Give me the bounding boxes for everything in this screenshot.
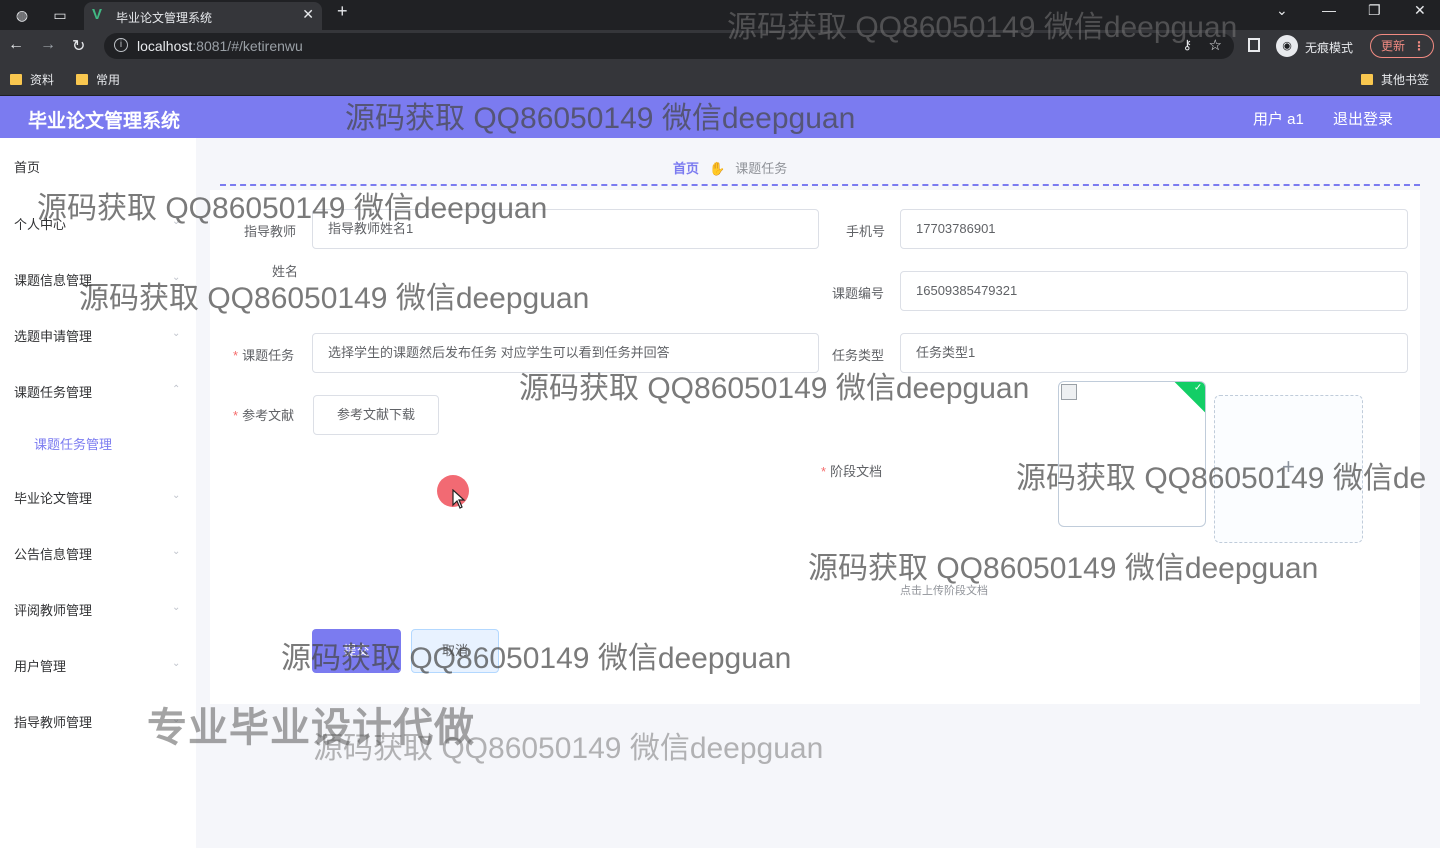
check-icon: ✓ [1193, 382, 1203, 394]
address-bar[interactable]: i localhost:8081/#/ketirenwu ⚷ ☆ [104, 33, 1234, 59]
url-host: localhost [137, 38, 193, 54]
breadcrumb: 首页 ✋ 课题任务 [673, 158, 787, 177]
stage-doc-label-text: 阶段文档 [830, 464, 883, 479]
folder-icon [76, 74, 88, 85]
divider [220, 184, 1420, 186]
breadcrumb-home[interactable]: 首页 [673, 161, 699, 176]
app-header: 毕业论文管理系统 用户 a1 退出登录 [0, 96, 1440, 138]
teacher-name-label: 指导教师 [244, 224, 297, 239]
restore-icon[interactable]: ❐ [1368, 2, 1381, 19]
browser-tab-title: 毕业论文管理系统 [116, 11, 213, 25]
sidebar-item-profile[interactable]: 个人中心 [14, 214, 66, 233]
sidebar-item-reviewer[interactable]: 评阅教师管理 [14, 600, 92, 619]
bookmark-folder[interactable]: 常用 [76, 71, 120, 88]
folder-icon [10, 74, 22, 85]
sidebar-item-topic-task[interactable]: 课题任务管理 [14, 382, 92, 401]
bookmark-label: 常用 [96, 73, 121, 87]
task-type-label: 任务类型 [832, 348, 885, 363]
chevron-down-icon: ⌄ [172, 658, 181, 669]
chevron-down-icon: ⌄ [172, 216, 181, 227]
other-bookmarks-label: 其他书签 [1381, 73, 1430, 87]
upload-tip: 点击上传阶段文档 [900, 585, 988, 597]
site-info-icon[interactable]: i [114, 38, 128, 52]
incognito-label: 无痕模式 [1305, 41, 1354, 55]
bookmark-label: 资料 [30, 73, 55, 87]
broken-image-icon [1061, 384, 1077, 400]
chevron-down-icon: ⌄ [172, 714, 181, 725]
upload-trigger[interactable]: + [1214, 395, 1363, 543]
stage-doc-label: * 阶段文档 [821, 461, 882, 480]
chevron-down-icon: ⌄ [172, 490, 181, 501]
bookmark-star-icon[interactable]: ☆ [1209, 36, 1222, 54]
required-mark: * [821, 464, 827, 479]
sidebar-item-users[interactable]: 用户管理 [14, 656, 66, 675]
topic-number-label: 课题编号 [832, 286, 885, 301]
new-tab-icon[interactable]: + [337, 1, 348, 22]
key-icon[interactable]: ⚷ [1182, 37, 1192, 53]
more-menu-icon: ⋮ [1413, 39, 1425, 53]
topic-task-field[interactable]: 选择学生的课题然后发布任务 对应学生可以看到任务并回答 [312, 333, 819, 373]
reference-label-text: 参考文献 [242, 408, 295, 423]
side-panel-icon[interactable] [1248, 38, 1260, 52]
browser-tab-bar: ◍ ▭ V 毕业论文管理系统 ✕ + ⌄ — ❐ ✕ [0, 0, 1440, 30]
required-mark: * [233, 348, 239, 363]
breadcrumb-separator-icon: ✋ [709, 161, 726, 176]
close-window-icon[interactable]: ✕ [1414, 2, 1426, 19]
bookmarks-bar: 资料 常用 其他书签 [0, 62, 1440, 96]
topic-task-label: * 课题任务 [233, 345, 294, 364]
close-tab-icon[interactable]: ✕ [302, 6, 314, 23]
uploaded-file-thumbnail[interactable]: ✓ [1058, 381, 1206, 527]
update-label: 更新 [1381, 39, 1406, 53]
topic-number-field[interactable]: 16509385479321 [900, 271, 1408, 311]
current-user: 用户 a1 [1253, 111, 1304, 128]
upload-success-badge: ✓ [1173, 382, 1205, 414]
incognito-icon: ◉ [1276, 35, 1298, 57]
phone-label: 手机号 [846, 224, 886, 239]
sidebar-item-advisor[interactable]: 指导教师管理 [14, 712, 92, 731]
bookmark-folder[interactable]: 资料 [10, 71, 54, 88]
plus-icon: + [1282, 454, 1295, 479]
browser-toolbar: ← → ↻ i localhost:8081/#/ketirenwu ⚷ ☆ [0, 30, 1440, 62]
mouse-cursor-icon [452, 489, 466, 509]
vue-logo-icon: V [92, 6, 103, 23]
breadcrumb-current: 课题任务 [735, 161, 788, 176]
reference-label: * 参考文献 [233, 405, 294, 424]
tab-search-icon[interactable]: ⌄ [1276, 2, 1288, 19]
url-text: localhost:8081/#/ketirenwu [137, 38, 303, 54]
cancel-button[interactable]: 取消 [411, 629, 499, 673]
back-icon[interactable]: ← [8, 36, 24, 54]
topic-task-label-text: 课题任务 [242, 348, 295, 363]
phone-field[interactable]: 17703786901 [900, 209, 1408, 249]
reference-download-button[interactable]: 参考文献下载 [313, 395, 439, 435]
screen: ◍ ▭ V 毕业论文管理系统 ✕ + ⌄ — ❐ ✕ ← → ↻ i local… [0, 0, 1440, 848]
forward-icon[interactable]: → [40, 36, 56, 54]
teacher-name-label-2: 姓名 [272, 264, 299, 279]
task-type-field[interactable]: 任务类型1 [900, 333, 1408, 373]
sidebar-item-thesis[interactable]: 毕业论文管理 [14, 488, 92, 507]
chevron-down-icon: ⌄ [172, 328, 181, 339]
browser-tab[interactable]: V 毕业论文管理系统 ✕ [84, 2, 322, 30]
sidebar-item-topic-apply[interactable]: 选题申请管理 [14, 326, 92, 345]
minimize-icon[interactable]: — [1322, 2, 1336, 18]
sidebar-subitem-topic-task[interactable]: 课题任务管理 [34, 434, 112, 453]
submit-button[interactable]: 提交 [312, 629, 401, 673]
update-button[interactable]: 更新 ⋮ [1370, 34, 1434, 58]
logout-link[interactable]: 退出登录 [1333, 108, 1393, 129]
chevron-down-icon: ⌄ [172, 546, 181, 557]
reload-icon[interactable]: ↻ [72, 36, 85, 56]
browser-menu-icon[interactable]: ◍ [12, 5, 32, 25]
sidebar-item-notice[interactable]: 公告信息管理 [14, 544, 92, 563]
folder-icon [1361, 74, 1373, 85]
tab-overview-icon[interactable]: ▭ [50, 5, 70, 25]
sidebar-item-topic-info[interactable]: 课题信息管理 [14, 270, 92, 289]
teacher-name-field[interactable]: 指导教师姓名1 [312, 209, 819, 249]
other-bookmarks[interactable]: 其他书签 [1361, 71, 1429, 88]
url-path: :8081/#/ketirenwu [192, 38, 303, 54]
chevron-down-icon: ⌄ [172, 272, 181, 283]
chevron-down-icon: ⌄ [172, 602, 181, 613]
chevron-up-icon: ⌃ [172, 384, 181, 395]
sidebar-item-home[interactable]: 首页 [14, 157, 40, 176]
app-title: 毕业论文管理系统 [28, 111, 181, 132]
required-mark: * [233, 408, 239, 423]
